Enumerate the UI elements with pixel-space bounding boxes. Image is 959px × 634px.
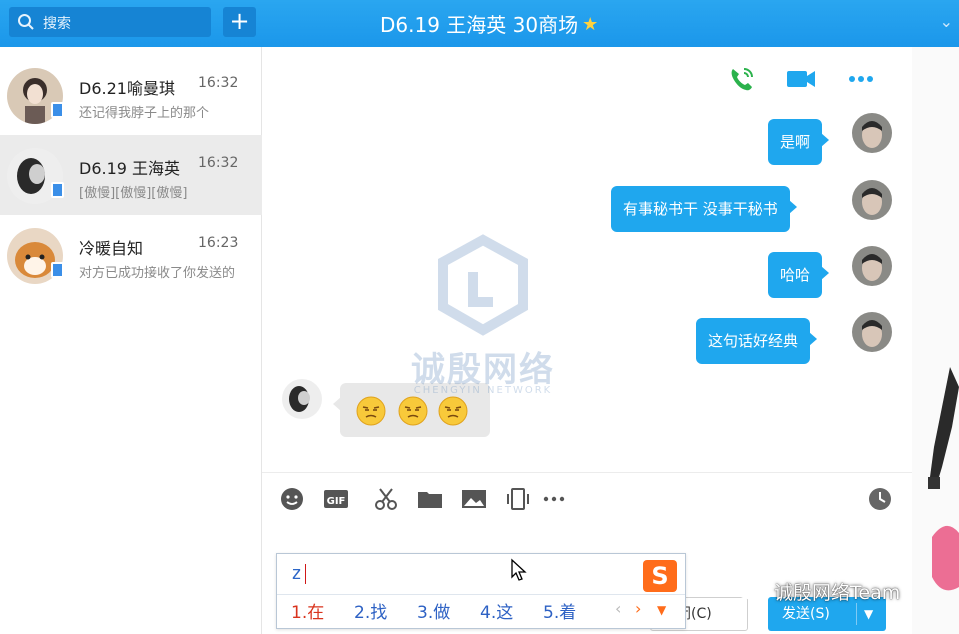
chat-title-text: D6.19 王海英 30商场 [380,13,579,37]
conversation-item[interactable]: 冷暖自知 16:23 对方已成功接收了你发送的 [0,215,262,295]
wechat-icon [737,581,767,603]
emoji-icon[interactable] [278,485,306,513]
ime-candidate[interactable]: 2.找 [354,598,387,623]
side-decoration [912,47,959,634]
mobile-status-icon [51,182,64,198]
history-icon[interactable] [866,485,894,513]
ime-candidate[interactable]: 4.这 [480,598,513,623]
add-button[interactable]: + [223,7,256,37]
conversation-preview: 对方已成功接收了你发送的 [79,266,236,281]
more-icon[interactable] [844,63,878,95]
avatar [852,113,892,153]
chat-window: 搜索 + D6.19 王海英 30商场 ★ ⌄ D6.21喻曼琪 16:32 还记… [0,0,959,634]
message-bubble-out: 这句话好经典 [696,318,818,364]
arrogant-emoji [398,396,428,426]
conversation-preview: 还记得我脖子上的那个 [79,106,210,121]
mobile-status-icon [51,102,64,118]
conversation-item-active[interactable]: D6.19 王海英 16:32 [傲慢][傲慢][傲慢] [0,135,262,215]
search-icon [18,14,34,30]
ime-candidate[interactable]: 5.着 [543,598,576,623]
ime-candidate[interactable]: 1.在 [291,598,324,623]
ime-candidate[interactable]: 3.做 [417,598,450,623]
character-illustration [928,367,959,591]
arrogant-emoji [356,396,386,426]
message-bubble-in [333,383,490,437]
message-bubble-out: 是啊 [768,119,830,165]
star-icon: ★ [582,14,599,35]
conversation-time: 16:32 [198,75,239,91]
chat-panel: 是啊 有事秘书干 没事干秘书 哈哈 这句话好经典 GIF 闭(C) 发送(S) … [262,47,912,634]
avatar [852,312,892,352]
ime-typed-text: z [291,563,302,584]
avatar [852,180,892,220]
phone-call-icon[interactable] [724,63,758,95]
conversation-name: D6.21喻曼琪 [79,79,175,98]
chevron-down-icon[interactable]: ⌄ [940,12,953,31]
wechat-account-tag: 诚殷网络Team [736,578,900,608]
search-box[interactable]: 搜索 [9,7,211,37]
shake-icon[interactable] [504,485,532,513]
title-bar: 搜索 + D6.19 王海英 30商场 ★ ⌄ [0,0,959,47]
chat-actions [724,63,894,95]
mobile-status-icon [51,262,64,278]
conversation-name: 冷暖自知 [79,239,144,258]
conversation-preview: [傲慢][傲慢][傲慢] [79,186,188,201]
chevron-down-icon[interactable]: ▼ [657,603,666,617]
avatar [852,246,892,286]
sogou-logo-icon[interactable]: S [643,560,677,592]
arrogant-emoji [438,396,468,426]
ime-candidate-window: z S 1.在 2.找 3.做 4.这 5.着 ‹ › ▼ [276,553,686,629]
screenshot-icon[interactable] [372,485,400,513]
wechat-account-name: 诚殷网络Team [774,582,901,604]
conversation-name: D6.19 王海英 [79,159,181,178]
folder-icon[interactable] [416,485,444,513]
search-placeholder: 搜索 [43,16,71,32]
conversation-list: D6.21喻曼琪 16:32 还记得我脖子上的那个 D6.19 王海英 16:3… [0,47,262,634]
image-icon[interactable] [460,485,488,513]
mouse-cursor-icon [511,558,527,581]
divider [262,472,912,473]
conversation-time: 16:23 [198,235,239,251]
chevron-left-icon[interactable]: ‹ [615,599,621,618]
video-call-icon[interactable] [784,63,818,95]
more-tools-icon[interactable] [540,485,568,513]
avatar [282,379,322,419]
conversation-item[interactable]: D6.21喻曼琪 16:32 还记得我脖子上的那个 [0,55,262,135]
text-caret [305,564,306,584]
chevron-right-icon[interactable]: › [635,599,641,618]
chat-title: D6.19 王海英 30商场 ★ [380,9,720,37]
message-bubble-out: 哈哈 [768,252,830,298]
svg-text:GIF: GIF [327,496,346,507]
conversation-time: 16:32 [198,155,239,171]
gif-icon[interactable]: GIF [322,485,350,513]
message-bubble-out: 有事秘书干 没事干秘书 [611,186,797,232]
divider [277,594,685,595]
